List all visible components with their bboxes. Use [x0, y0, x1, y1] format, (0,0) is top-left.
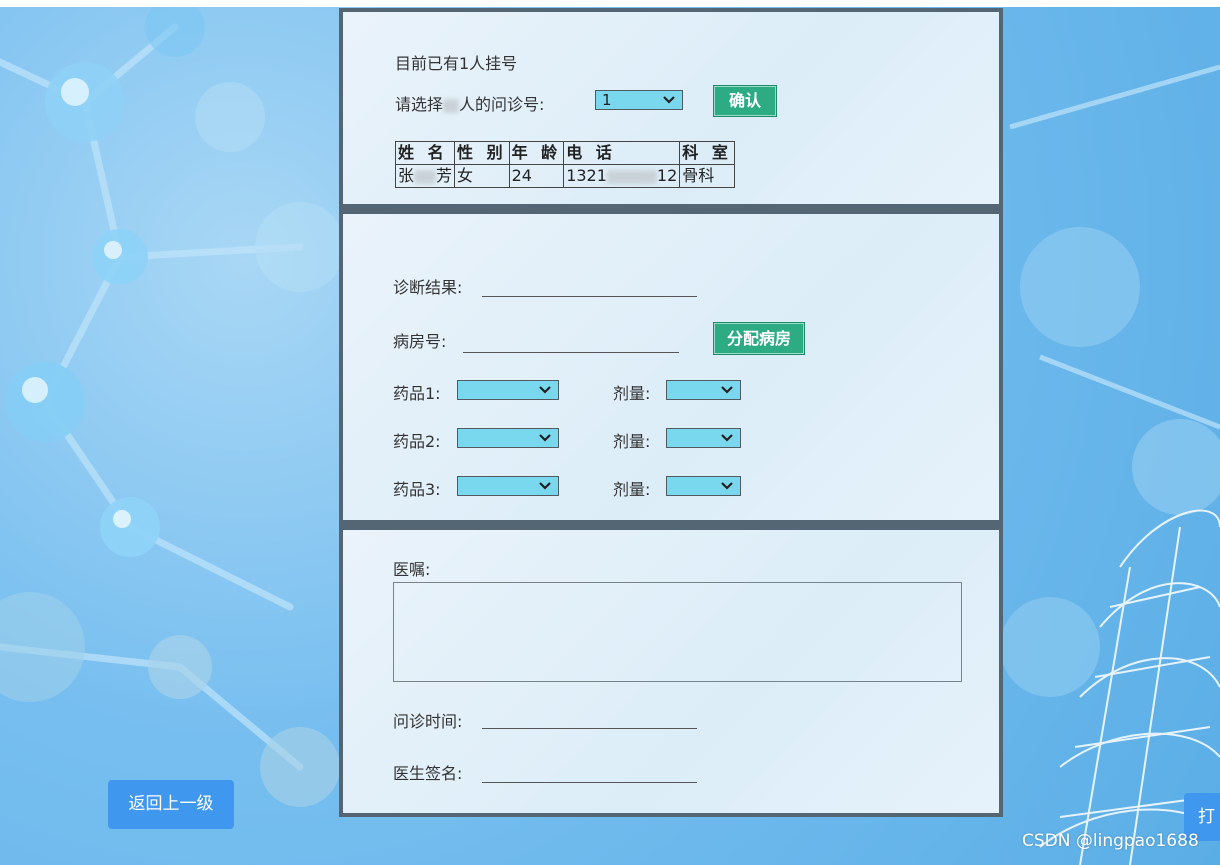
select-prompt: 请选择 人的问诊号: — [395, 91, 544, 115]
chevron-down-icon — [539, 482, 551, 490]
table-header-row: 姓 名 性 别 年 龄 电 话 科 室 — [394, 141, 735, 165]
dose-2-label: 剂量: — [613, 432, 651, 451]
column-header: 科 室 — [679, 141, 735, 165]
redacted-text — [443, 98, 460, 113]
redacted-text — [606, 169, 657, 184]
chevron-down-icon — [721, 386, 733, 394]
medical-advice-textarea[interactable] — [393, 582, 962, 682]
column-header: 年 龄 — [508, 141, 565, 165]
assign-room-button[interactable]: 分配病房 — [713, 322, 805, 355]
room-number-label: 病房号: — [393, 332, 447, 351]
medicine-3-select[interactable] — [457, 476, 559, 496]
back-button[interactable]: 返回上一级 — [108, 780, 234, 829]
chevron-down-icon — [663, 96, 675, 104]
room-number-input[interactable] — [463, 352, 679, 353]
doctor-signature-label: 医生签名: — [393, 764, 463, 783]
patient-selection-section: 目前已有1人挂号 请选择 人的问诊号: 1 确认 姓 名 性 别 年 龄 电 话 … — [343, 12, 999, 204]
patient-table: 姓 名 性 别 年 龄 电 话 科 室 张芳 女 24 1321 12 骨科 — [394, 141, 735, 188]
patient-phone-cell: 1321 12 — [563, 164, 681, 188]
column-header: 性 别 — [454, 141, 510, 165]
medicine-3-label: 药品3: — [393, 480, 441, 499]
diagnosis-result-input[interactable] — [482, 296, 697, 297]
medicine-1-label: 药品1: — [393, 384, 441, 403]
dose-3-label: 剂量: — [613, 480, 651, 499]
top-bar — [0, 0, 1220, 7]
medicine-1-select[interactable] — [457, 380, 559, 400]
prescription-panel: 目前已有1人挂号 请选择 人的问诊号: 1 确认 姓 名 性 别 年 龄 电 话 … — [339, 8, 1003, 817]
chevron-down-icon — [721, 434, 733, 442]
patient-department-cell: 骨科 — [679, 164, 735, 188]
medicine-2-label: 药品2: — [393, 432, 441, 451]
dose-3-select[interactable] — [666, 476, 741, 496]
medical-advice-section: 医嘱: 问诊时间: 医生签名: — [343, 530, 999, 813]
visit-number-select[interactable]: 1 — [595, 90, 683, 110]
visit-time-label: 问诊时间: — [393, 712, 463, 731]
registered-count-text: 目前已有1人挂号 — [395, 54, 518, 73]
watermark-text: CSDN @lingpao1688 — [1022, 831, 1199, 851]
select-prompt-suffix: 人的问诊号: — [459, 95, 545, 114]
chevron-down-icon — [721, 482, 733, 490]
visit-time-input[interactable] — [482, 728, 697, 729]
medical-advice-label: 医嘱: — [393, 560, 431, 579]
doctor-signature-input[interactable] — [482, 782, 697, 783]
table-row: 张芳 女 24 1321 12 骨科 — [394, 164, 735, 188]
chevron-down-icon — [539, 434, 551, 442]
medicine-2-select[interactable] — [457, 428, 559, 448]
chevron-down-icon — [539, 386, 551, 394]
column-header: 姓 名 — [394, 141, 456, 165]
dose-1-select[interactable] — [666, 380, 741, 400]
diagnosis-section: 诊断结果: 病房号: 分配病房 药品1: 剂量: 药品2: 剂量: 药品3: 剂… — [343, 214, 999, 520]
confirm-button[interactable]: 确认 — [713, 85, 777, 117]
redacted-text — [414, 169, 437, 184]
diagnosis-result-label: 诊断结果: — [393, 278, 463, 297]
patient-gender-cell: 女 — [454, 164, 510, 188]
dose-2-select[interactable] — [666, 428, 741, 448]
column-header: 电 话 — [563, 141, 681, 165]
patient-name-cell: 张芳 — [394, 164, 456, 188]
dose-1-label: 剂量: — [613, 384, 651, 403]
visit-number-value: 1 — [602, 91, 612, 109]
select-prompt-prefix: 请选择 — [395, 95, 444, 114]
patient-age-cell: 24 — [508, 164, 565, 188]
